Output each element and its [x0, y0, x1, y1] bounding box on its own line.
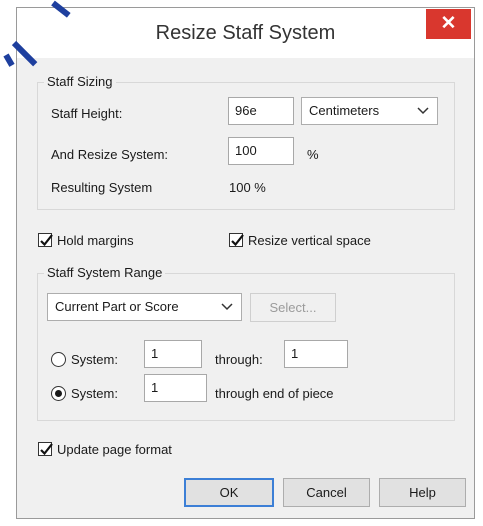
annotation-stroke-segment	[3, 53, 15, 67]
checkmark-icon	[40, 443, 53, 456]
system-to-input[interactable]: 1	[284, 340, 348, 368]
close-icon: ✕	[440, 13, 457, 34]
units-dropdown-value: Centimeters	[309, 103, 380, 118]
resize-staff-system-dialog: Resize Staff System ✕ Staff Sizing Staff…	[16, 7, 475, 519]
hold-margins-label: Hold margins	[57, 233, 134, 248]
staff-height-label: Staff Height:	[51, 106, 123, 121]
resulting-system-label: Resulting System	[51, 180, 153, 195]
scope-dropdown[interactable]: Current Part or Score	[47, 293, 242, 321]
update-page-format-label: Update page format	[57, 442, 172, 457]
cancel-button[interactable]: Cancel	[283, 478, 370, 507]
ok-button[interactable]: OK	[184, 478, 274, 507]
resize-system-input[interactable]: 100	[228, 137, 294, 165]
checkmark-icon	[231, 234, 244, 247]
scope-dropdown-value: Current Part or Score	[55, 299, 179, 314]
system-to-end-radio[interactable]	[51, 386, 66, 401]
dialog-title: Resize Staff System	[155, 22, 336, 44]
system-start-input[interactable]: 1	[144, 374, 207, 402]
resize-vertical-space-check[interactable]	[229, 233, 244, 247]
update-page-format-check[interactable]	[38, 442, 53, 456]
help-button[interactable]: Help	[379, 478, 466, 507]
chevron-down-icon	[221, 294, 233, 329]
title-bar[interactable]: Resize Staff System ✕	[17, 8, 474, 58]
staff-system-range-label: Staff System Range	[44, 265, 166, 280]
checkmark-icon	[40, 234, 53, 247]
close-button[interactable]: ✕	[426, 9, 471, 39]
units-dropdown[interactable]: Centimeters	[301, 97, 438, 125]
resize-vertical-space-label: Resize vertical space	[248, 233, 371, 248]
staff-sizing-label: Staff Sizing	[44, 74, 116, 89]
through-end-of-piece-label: through end of piece	[215, 386, 334, 401]
hold-margins-check[interactable]	[38, 233, 53, 247]
staff-height-input[interactable]: 96e	[228, 97, 294, 125]
resize-system-label: And Resize System:	[51, 147, 169, 162]
through-label: through:	[215, 352, 263, 367]
select-button[interactable]: Select...	[250, 293, 336, 322]
system-to-end-label: System:	[71, 386, 118, 401]
radio-selected-dot	[55, 390, 62, 397]
system-range-radio[interactable]	[51, 352, 66, 367]
system-range-label: System:	[71, 352, 118, 367]
system-from-input[interactable]: 1	[144, 340, 202, 368]
chevron-down-icon	[417, 98, 429, 133]
percent-label: %	[307, 147, 319, 162]
resulting-system-value: 100 %	[229, 180, 266, 195]
